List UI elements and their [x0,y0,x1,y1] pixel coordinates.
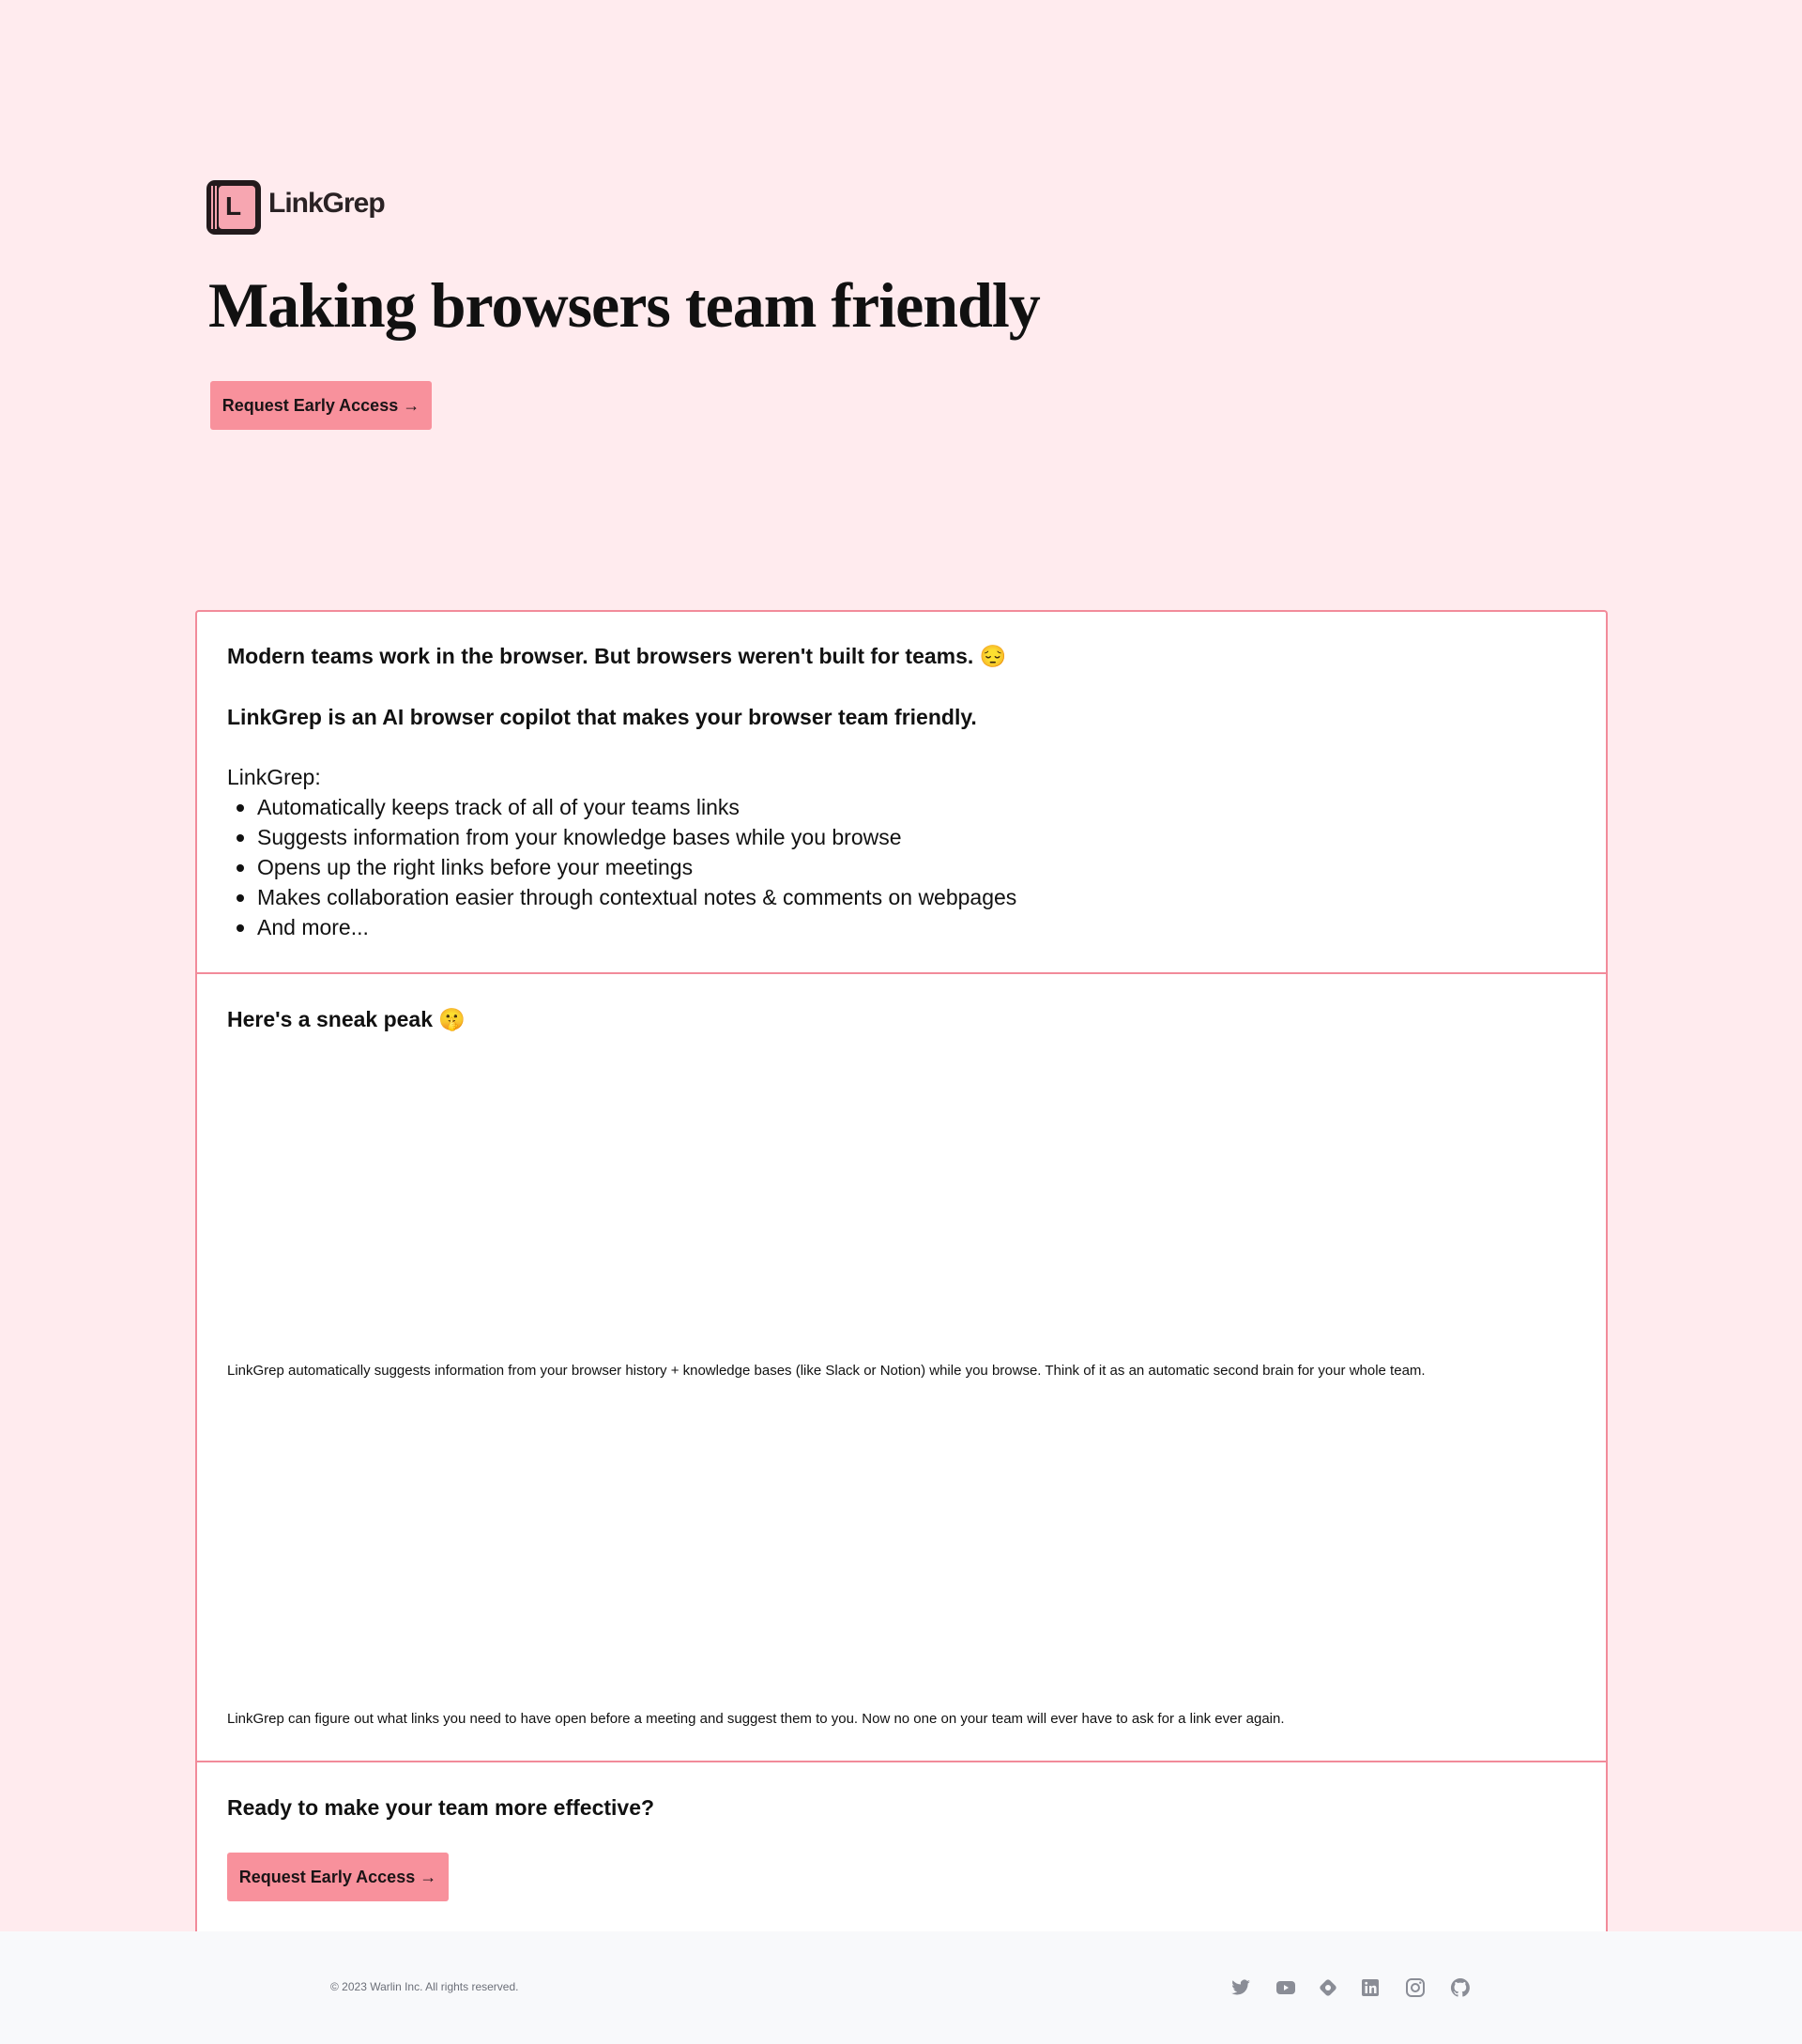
logo-stripe [211,186,213,229]
bullet [237,834,244,842]
bullet [237,894,244,902]
section-divider [195,1761,1608,1762]
section-divider [195,972,1608,974]
linkedin-icon[interactable] [1359,1976,1382,1999]
feature-item: Automatically keeps track of all of your… [257,795,740,819]
copyright: © 2023 Warlin Inc. All rights reserved. [330,1980,519,1993]
bullet [237,864,244,872]
footer [0,1931,1802,2044]
feature-item: Makes collaboration easier through conte… [257,885,1017,909]
feature-item: And more... [257,915,369,939]
bullet [237,924,244,932]
bullet [237,804,244,812]
hero-title: Making browsers team friendly [208,269,1041,341]
intro-line-2: LinkGrep is an AI browser copilot that m… [227,705,977,729]
preview-caption-2: LinkGrep can figure out what links you n… [227,1711,1285,1727]
logo-icon: L [206,180,261,235]
logo-letter: L [225,191,242,221]
youtube-icon[interactable] [1275,1976,1297,1999]
twitter-icon[interactable] [1229,1976,1252,1999]
intro-line-1: Modern teams work in the browser. But br… [227,644,1007,668]
request-access-button[interactable]: Request Early Access → [210,381,432,430]
preview-title: Here's a sneak peak 🤫 [227,1007,466,1031]
feature-item: Suggests information from your knowledge… [257,825,902,849]
cta-title: Ready to make your team more effective? [227,1795,655,1820]
logo-stripe [215,186,217,229]
preview-caption-1: LinkGrep automatically suggests informat… [227,1363,1426,1379]
github-icon[interactable] [1449,1976,1472,1999]
feature-list-title: LinkGrep: [227,765,321,789]
diamond-icon[interactable] [1317,1976,1339,1999]
instagram-icon[interactable] [1404,1976,1427,1999]
brand-name[interactable]: LinkGrep [268,188,386,220]
feature-item: Opens up the right links before your mee… [257,855,694,879]
request-access-button-bottom[interactable]: Request Early Access → [227,1853,449,1901]
